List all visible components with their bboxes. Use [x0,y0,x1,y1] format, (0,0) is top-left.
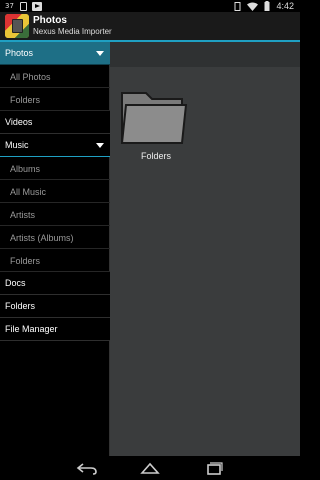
nav-item-albums[interactable]: Albums [0,157,110,180]
action-bar: Photos Nexus Media Importer [0,12,300,40]
content-area: Folders [110,42,300,456]
status-bar: 37 4:42 [0,0,300,12]
status-time: 4:42 [276,1,294,11]
nav-group-videos[interactable]: Videos [0,111,110,134]
notification-badge: 37 [5,1,14,10]
folder-tile[interactable]: Folders [120,87,192,167]
phone-icon [19,1,27,11]
nav-group-folders-label: Folders [5,301,36,311]
battery-icon [264,1,270,11]
status-right: 4:42 [234,1,294,11]
app-icon[interactable] [5,14,29,38]
nav-group-photos-label: Photos [5,48,34,58]
recents-button[interactable] [202,461,226,475]
nav-item-all-photos[interactable]: All Photos [0,65,110,88]
app-subtitle: Nexus Media Importer [33,27,112,36]
recents-icon [202,461,226,475]
nav-item-label: Folders [10,95,41,105]
chevron-down-icon [96,51,104,56]
chevron-down-icon [96,143,104,148]
nav-group-docs[interactable]: Docs [0,272,110,295]
navigation-drawer: Photos All Photos Folders Videos Music A… [0,42,110,456]
folder-tile-label: Folders [140,151,171,161]
nav-group-music[interactable]: Music [0,134,110,157]
nav-item-artists[interactable]: Artists [0,203,110,226]
back-icon [75,461,99,475]
app-title: Photos [33,15,67,26]
status-left: 37 [4,1,42,11]
home-icon [138,461,162,475]
nav-item-music-folders[interactable]: Folders [0,249,110,272]
home-button[interactable] [138,461,162,475]
nav-group-music-label: Music [5,140,29,150]
nav-group-folders[interactable]: Folders [0,295,110,318]
nav-item-label: Artists [10,210,36,220]
nav-item-label: Artists (Albums) [10,233,74,243]
content-header-strip [110,42,300,67]
nav-group-file-manager-label: File Manager [5,324,58,334]
nav-group-file-manager[interactable]: File Manager [0,318,110,341]
vibrate-icon [234,1,241,11]
system-nav-bar [0,456,300,480]
nav-item-label: All Photos [10,72,51,82]
nav-item-label: Folders [10,256,41,266]
nav-group-docs-label: Docs [5,278,26,288]
back-button[interactable] [75,461,99,475]
nav-item-artists-albums[interactable]: Artists (Albums) [0,226,110,249]
play-store-icon [31,1,42,11]
folder-icon [120,87,192,147]
nav-item-photo-folders[interactable]: Folders [0,88,110,111]
nav-item-label: Albums [10,164,41,174]
wifi-icon [247,2,259,11]
nav-item-label: All Music [10,187,47,197]
nav-group-videos-label: Videos [5,117,33,127]
nav-item-all-music[interactable]: All Music [0,180,110,203]
nav-group-photos[interactable]: Photos [0,42,110,65]
